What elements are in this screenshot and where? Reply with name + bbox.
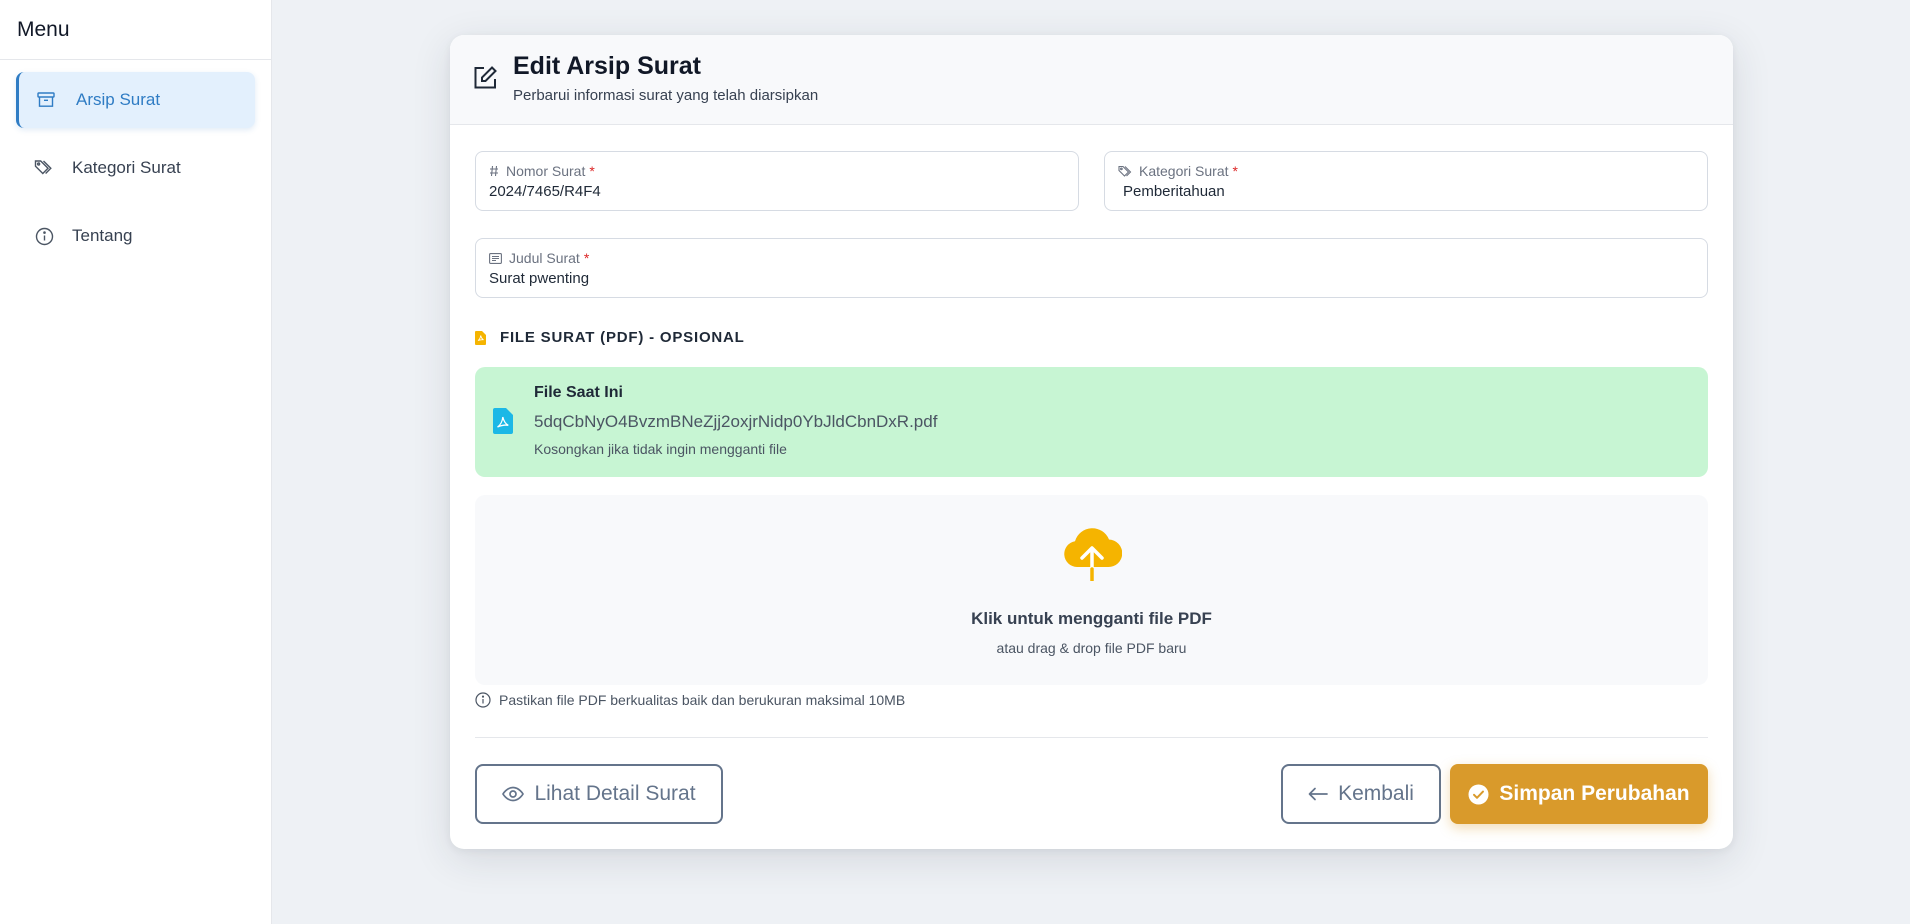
tag-icon [34,158,54,178]
card-header: Edit Arsip Surat Perbarui informasi sura… [450,35,1733,125]
current-file-title: File Saat Ini [534,384,623,401]
nomor-surat-input[interactable]: 2024/7465/R4F4 [489,183,601,200]
eye-icon [502,786,525,802]
archive-icon [36,90,56,110]
hash-icon [489,165,499,177]
sidebar-title: Menu [0,0,271,60]
text-icon [489,252,502,264]
current-file-hint: Kosongkan jika tidak ingin mengganti fil… [534,441,787,457]
judul-surat-label: Judul Surat * [489,250,589,266]
file-size-note: Pastikan file PDF berkualitas baik dan b… [475,692,905,708]
page-subtitle: Perbarui informasi surat yang telah diar… [513,87,819,104]
tag-icon [1118,165,1132,178]
nomor-surat-label: Nomor Surat * [489,163,595,179]
sidebar-item-label: Arsip Surat [76,90,161,109]
kategori-surat-value[interactable]: Pemberitahuan [1123,183,1225,200]
nomor-surat-field[interactable]: Nomor Surat * 2024/7465/R4F4 [475,151,1079,211]
sidebar-item-label: Kategori Surat [72,158,181,177]
kategori-surat-select[interactable]: Kategori Surat * Pemberitahuan [1104,151,1708,211]
judul-surat-field[interactable]: Judul Surat * Surat pwenting [475,238,1708,298]
divider [475,737,1708,738]
info-icon [475,692,491,708]
sidebar-nav: Arsip Surat Kategori Surat Tentang [0,60,271,264]
info-icon [34,226,54,246]
sidebar-item-arsip-surat[interactable]: Arsip Surat [16,72,255,128]
sidebar-item-tentang[interactable]: Tentang [16,208,255,264]
sidebar-item-kategori-surat[interactable]: Kategori Surat [16,140,255,196]
save-button[interactable]: Simpan Perubahan [1450,764,1708,824]
pdf-upload-dropzone[interactable]: Klik untuk mengganti file PDF atau drag … [475,495,1708,685]
edit-icon [472,65,498,91]
view-detail-button[interactable]: Lihat Detail Surat [475,764,723,824]
sidebar: Menu Arsip Surat Kategori Surat Tentang [0,0,272,924]
edit-card: Edit Arsip Surat Perbarui informasi sura… [450,35,1733,849]
current-file-box: File Saat Ini 5dqCbNyO4BvzmBNeZjj2oxjrNi… [475,367,1708,477]
pdf-icon [493,408,513,439]
cloud-upload-icon [1062,525,1123,586]
kategori-surat-label: Kategori Surat * [1118,163,1238,179]
pdf-file-icon [475,330,486,345]
judul-surat-input[interactable]: Surat pwenting [489,270,589,287]
dropzone-title: Klik untuk mengganti file PDF [971,609,1212,628]
sidebar-item-label: Tentang [72,226,133,245]
check-circle-icon [1468,784,1489,805]
page-title: Edit Arsip Surat [513,52,701,80]
arrow-left-icon [1308,787,1328,801]
dropzone-subtitle: atau drag & drop file PDF baru [996,640,1187,656]
current-file-name: 5dqCbNyO4BvzmBNeZjj2oxjrNidp0YbJldCbnDxR… [534,412,938,431]
file-section-label: FILE SURAT (PDF) - OPSIONAL [475,329,745,346]
back-button[interactable]: Kembali [1281,764,1441,824]
